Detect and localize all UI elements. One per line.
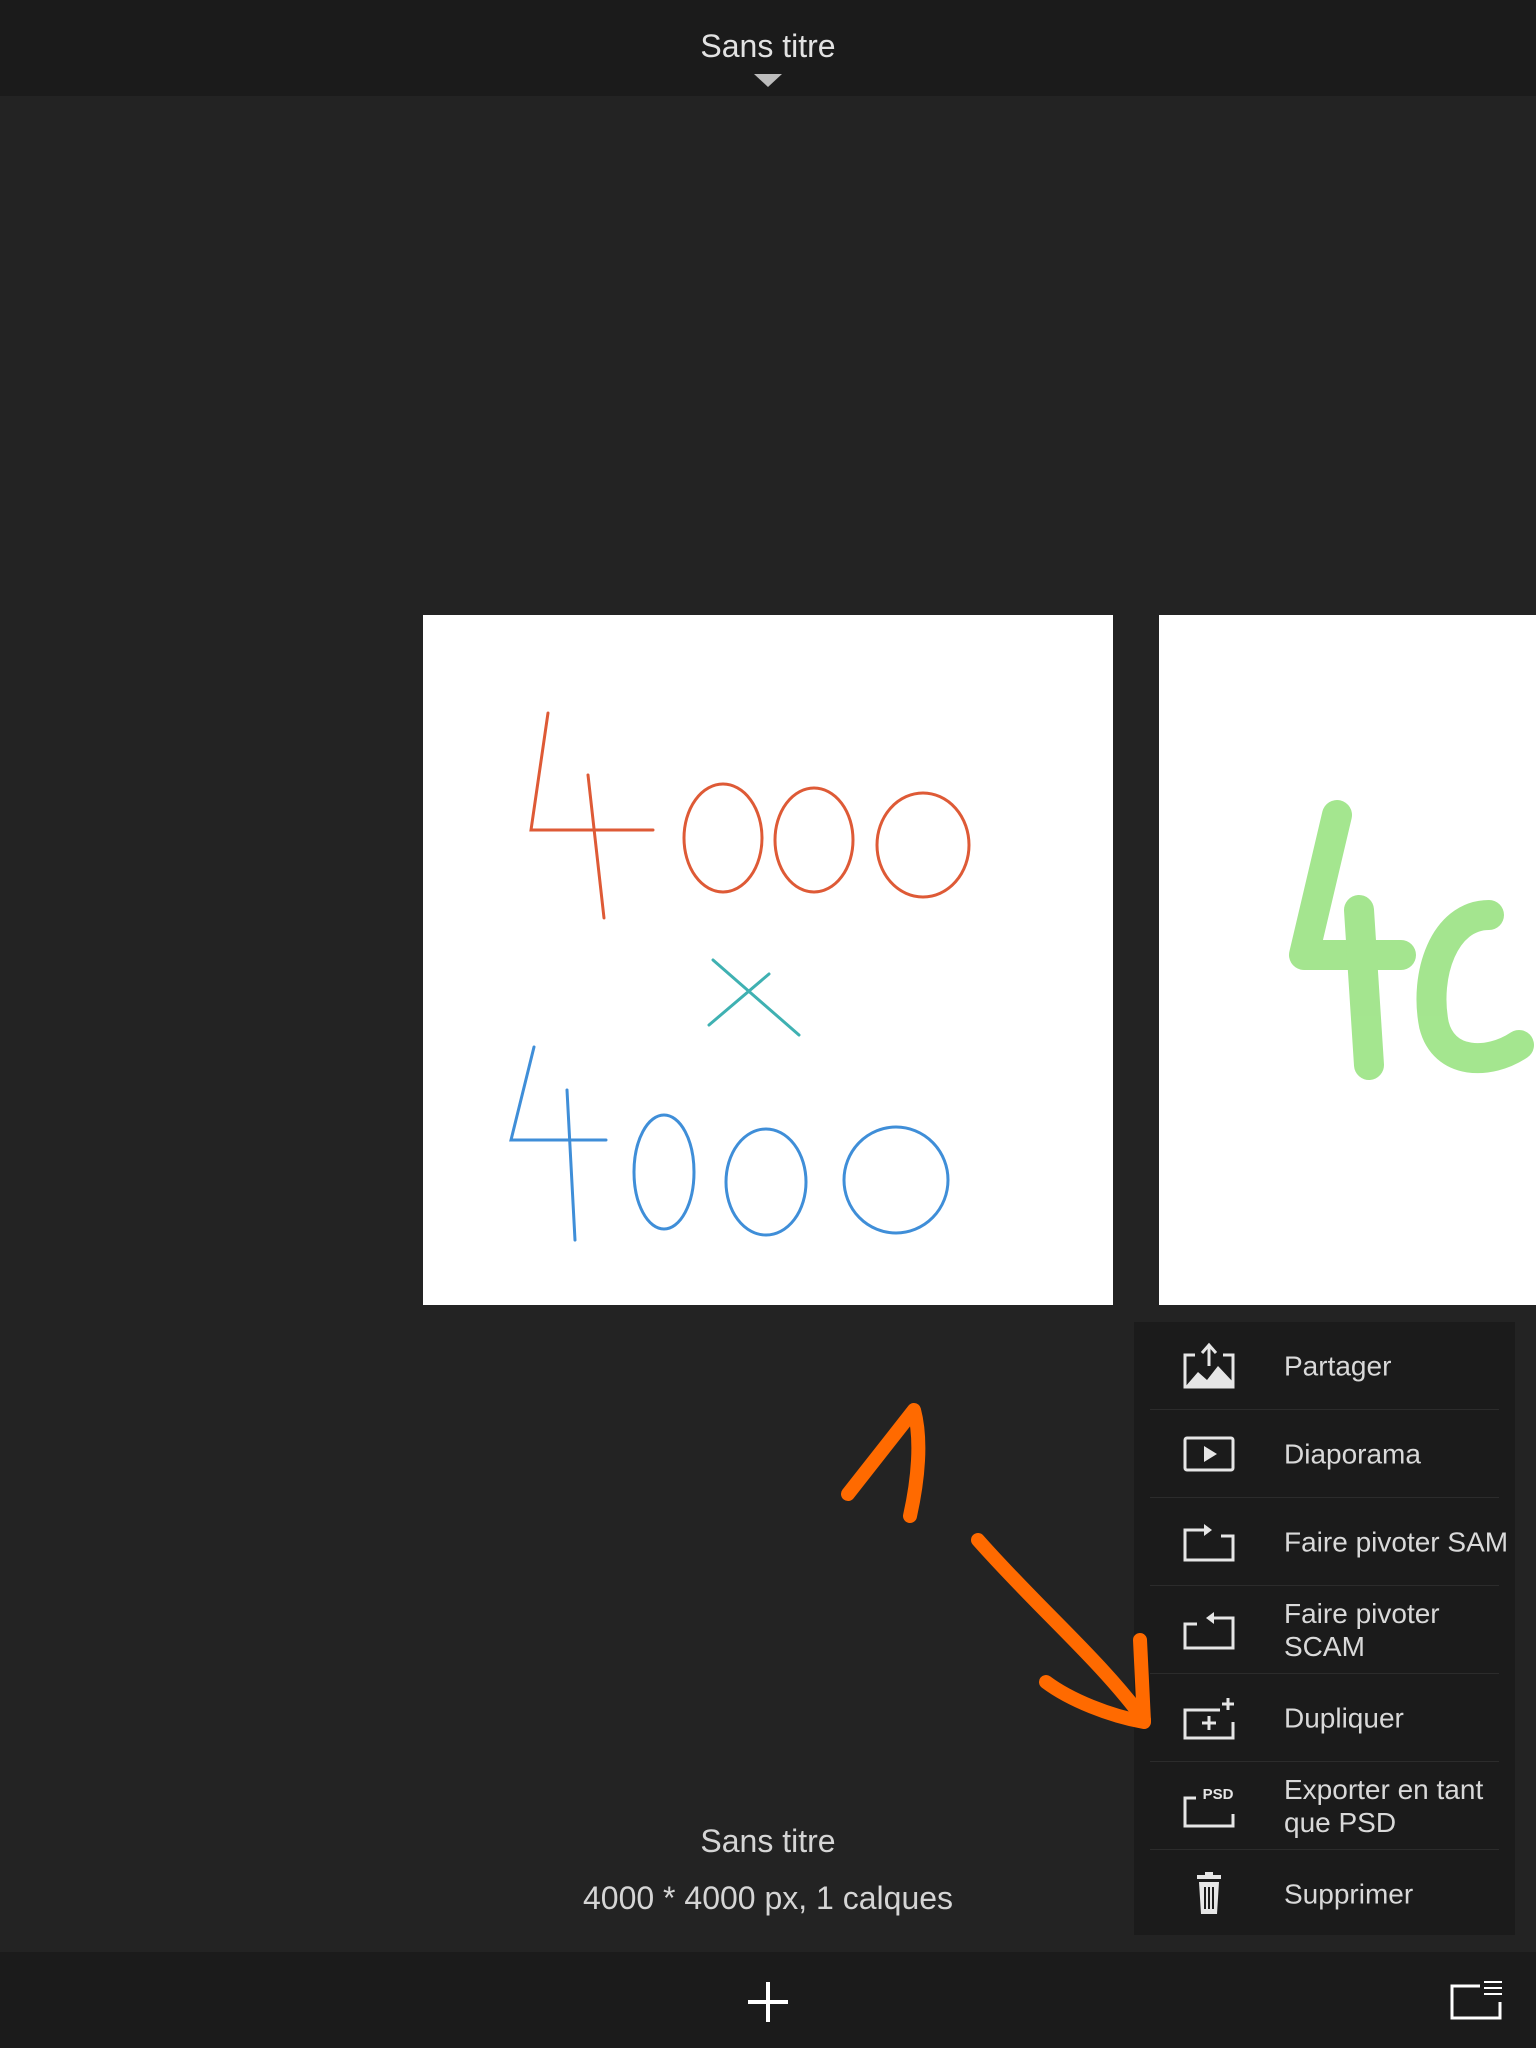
title-dropdown-caret-icon[interactable] — [754, 74, 782, 87]
psd-badge: PSD — [1203, 1786, 1234, 1803]
artwork-drawing-green — [1289, 800, 1534, 1080]
document-title[interactable]: Sans titre — [0, 28, 1536, 65]
artwork-thumbnail-next[interactable] — [1159, 615, 1536, 1305]
arrow-down-right-stroke — [971, 1533, 1151, 1727]
artwork-details: 4000 * 4000 px, 1 calques — [582, 1880, 954, 1916]
list-view-icon[interactable] — [1448, 1978, 1504, 2022]
arrow-up-stroke — [841, 1403, 926, 1523]
rotate-clockwise-icon — [1183, 1524, 1235, 1562]
artwork-name[interactable]: Sans titre — [0, 1823, 1536, 1860]
menu-item-label: Partager — [1284, 1350, 1392, 1382]
duplicate-icon — [1183, 1698, 1235, 1740]
menu-item-label: Faire pivoter SAM — [1284, 1526, 1509, 1558]
artwork-thumbnail-selected[interactable] — [423, 615, 1113, 1305]
menu-item-label: Faire pivoter SCAM — [1284, 1598, 1440, 1662]
arrow-head-stroke — [1039, 1633, 1151, 1729]
share-image-icon — [1183, 1342, 1235, 1389]
plus-icon[interactable] — [744, 1978, 792, 2026]
menu-item-label: Diaporama — [1284, 1438, 1421, 1470]
slideshow-play-icon — [1183, 1436, 1235, 1472]
menu-item-duplicate[interactable]: Dupliquer — [1134, 1674, 1515, 1762]
top-bar: Sans titre — [0, 0, 1536, 96]
artwork-drawing-4000x4000 — [509, 711, 971, 1242]
menu-item-share[interactable]: Partager — [1134, 1322, 1515, 1410]
menu-item-rotate-counterclockwise[interactable]: Faire pivoter SCAM — [1134, 1586, 1515, 1674]
menu-item-label: Dupliquer — [1284, 1702, 1404, 1734]
menu-item-rotate-clockwise[interactable]: Faire pivoter SAM — [1134, 1498, 1515, 1586]
menu-item-slideshow[interactable]: Diaporama — [1134, 1410, 1515, 1498]
rotate-counterclockwise-icon — [1183, 1612, 1235, 1650]
